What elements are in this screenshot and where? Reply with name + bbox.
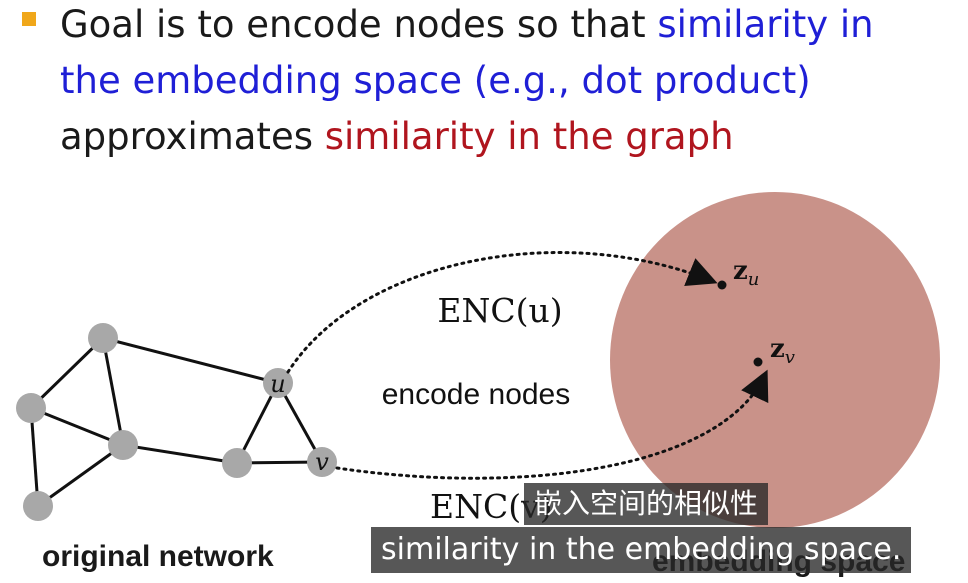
subtitle-english: similarity in the embedding space.	[371, 527, 912, 573]
graph-edges	[29, 336, 324, 508]
embedding-point-v	[753, 357, 763, 367]
graph-node	[23, 491, 53, 521]
subtitle-chinese: 嵌入空间的相似性	[524, 483, 769, 525]
graph-node	[108, 430, 138, 460]
embedding-diagram: u v zu zv ENC(u) encode nodes ENC(v)	[16, 192, 940, 528]
original-network-caption: original network	[42, 540, 274, 573]
graph-node	[88, 323, 118, 353]
node-v-label: v	[315, 448, 329, 476]
node-u-label: u	[270, 370, 285, 398]
graph-node	[222, 448, 252, 478]
graph-node	[16, 393, 46, 423]
encode-nodes-label: encode nodes	[382, 378, 571, 411]
enc-u-label: ENC(u)	[437, 291, 562, 330]
embedding-point-u	[717, 280, 727, 290]
